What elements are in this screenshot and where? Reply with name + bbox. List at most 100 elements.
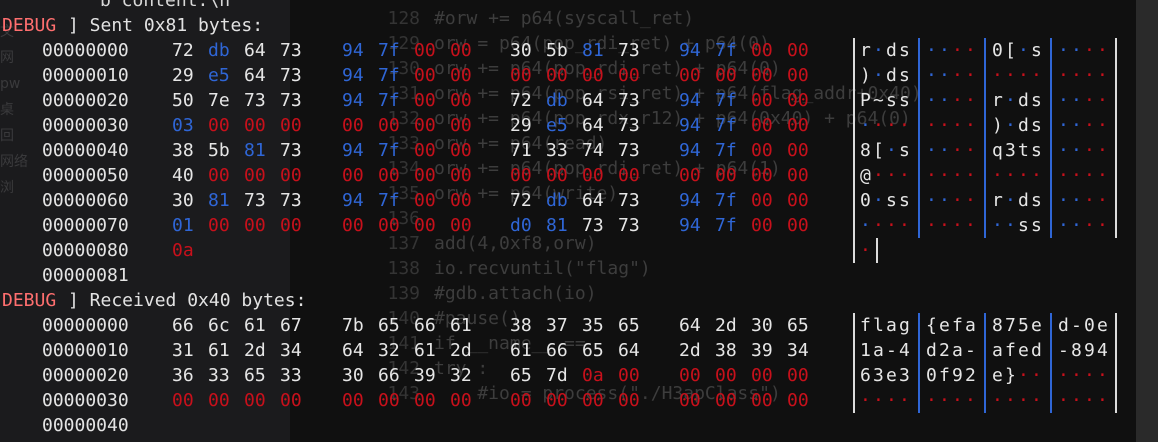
hex-byte: 7f: [715, 115, 737, 136]
hexdump-row: 00000030 00 00 00 00 00 00 00 00 00 00 00 00 00 00 00 00…: [0, 388, 1140, 413]
hex-byte: 00: [450, 40, 472, 61]
ascii-char: ·: [1097, 140, 1108, 161]
ascii-separator: [1115, 163, 1117, 188]
ascii-char: ·: [939, 190, 950, 211]
hex-byte: 7f: [378, 140, 400, 161]
ascii-char: f: [1005, 340, 1016, 361]
hex-byte: 7f: [378, 40, 400, 61]
ascii-char: d: [1031, 340, 1042, 361]
hex-byte: 00: [208, 215, 230, 236]
ascii-separator: [853, 313, 855, 338]
ascii-char: ·: [1071, 40, 1082, 61]
hex-byte: 72: [510, 90, 532, 111]
hex-byte: 00: [450, 65, 472, 86]
ascii-char: 9: [952, 365, 963, 386]
ascii-char: ·: [1084, 65, 1095, 86]
hex-byte: 66: [414, 315, 436, 336]
hex-byte: e5: [546, 115, 568, 136]
ascii-char: t: [1018, 140, 1029, 161]
ascii-char: ~: [873, 90, 884, 111]
ascii-separator: [918, 388, 920, 413]
ascii-char: ·: [952, 140, 963, 161]
hex-byte: 73: [280, 65, 302, 86]
hex-byte: 72: [510, 190, 532, 211]
ascii-char: ·: [899, 115, 910, 136]
ascii-char: ·: [952, 390, 963, 411]
ascii-char: ·: [992, 215, 1003, 236]
ascii-char: ): [860, 65, 871, 86]
hex-byte: 73: [280, 190, 302, 211]
hex-byte: 94: [342, 90, 364, 111]
ascii-char: s: [899, 65, 910, 86]
hex-byte: 00: [787, 115, 809, 136]
hexdump-offset: 00000050: [42, 165, 129, 186]
hex-byte: 73: [244, 190, 266, 211]
ascii-char: ·: [1084, 40, 1095, 61]
ascii-char: ·: [873, 190, 884, 211]
hex-byte: 7f: [715, 140, 737, 161]
ascii-char: -: [1071, 315, 1082, 336]
hex-byte: 38: [172, 140, 194, 161]
hex-byte: 00: [450, 215, 472, 236]
ascii-char: r: [992, 190, 1003, 211]
ascii-char: d: [886, 40, 897, 61]
ascii-char: ·: [965, 390, 976, 411]
ascii-separator: [918, 138, 920, 163]
ascii-char: -: [1058, 340, 1069, 361]
hex-byte: 00: [715, 390, 737, 411]
hex-byte: 94: [679, 140, 701, 161]
hex-byte: 00: [618, 165, 640, 186]
ascii-separator: [853, 163, 855, 188]
ascii-char: ·: [992, 390, 1003, 411]
ascii-char: ·: [1097, 365, 1108, 386]
ascii-char: s: [1031, 140, 1042, 161]
ascii-char: 1: [860, 340, 871, 361]
ascii-char: d: [1018, 190, 1029, 211]
ascii-char: ·: [965, 40, 976, 61]
ascii-char: d: [1018, 90, 1029, 111]
hex-byte: 7b: [342, 315, 364, 336]
hex-byte: 64: [244, 40, 266, 61]
ascii-separator: [853, 338, 855, 363]
hex-byte: 5b: [208, 140, 230, 161]
ascii-separator: [918, 188, 920, 213]
hex-byte: 34: [787, 340, 809, 361]
ascii-char: ·: [952, 90, 963, 111]
ascii-char: a: [965, 315, 976, 336]
ascii-separator: [1115, 213, 1117, 238]
hex-byte: 7d: [546, 365, 568, 386]
hex-byte: 32: [450, 365, 472, 386]
ascii-separator: [918, 363, 920, 388]
hexdump-offset: 00000040: [42, 415, 129, 436]
ascii-char: 4: [1097, 340, 1108, 361]
ascii-char: ·: [939, 165, 950, 186]
ascii-char: ·: [926, 115, 937, 136]
hex-byte: e5: [208, 65, 230, 86]
hex-byte: 00: [280, 165, 302, 186]
ascii-char: d: [926, 340, 937, 361]
hex-byte: 00: [414, 190, 436, 211]
ascii-char: ·: [1005, 165, 1016, 186]
ascii-separator: [984, 388, 986, 413]
ascii-char: s: [886, 190, 897, 211]
ascii-separator: [1050, 138, 1052, 163]
hex-byte: 73: [618, 90, 640, 111]
hex-byte: 61: [450, 315, 472, 336]
hex-byte: 00: [244, 215, 266, 236]
hex-byte: 81: [546, 215, 568, 236]
hexdump-row: 00000040: [0, 413, 1140, 438]
hex-byte: 00: [582, 165, 604, 186]
hexdump-row: 00000060 30 81 73 73 94 7f 00 00 72 db 64 73 94 7f 00 00…: [0, 188, 1140, 213]
hex-byte: 7e: [208, 90, 230, 111]
hex-byte: 00: [244, 115, 266, 136]
ascii-char: ·: [1097, 65, 1108, 86]
hex-byte: 00: [618, 365, 640, 386]
ascii-char: ·: [1031, 65, 1042, 86]
ascii-separator: [984, 113, 986, 138]
hex-byte: 00: [450, 390, 472, 411]
ascii-char: ·: [1084, 215, 1095, 236]
ascii-char: [: [1005, 40, 1016, 61]
ascii-separator: [1050, 338, 1052, 363]
ascii-char: ·: [965, 65, 976, 86]
ascii-char: ·: [926, 190, 937, 211]
